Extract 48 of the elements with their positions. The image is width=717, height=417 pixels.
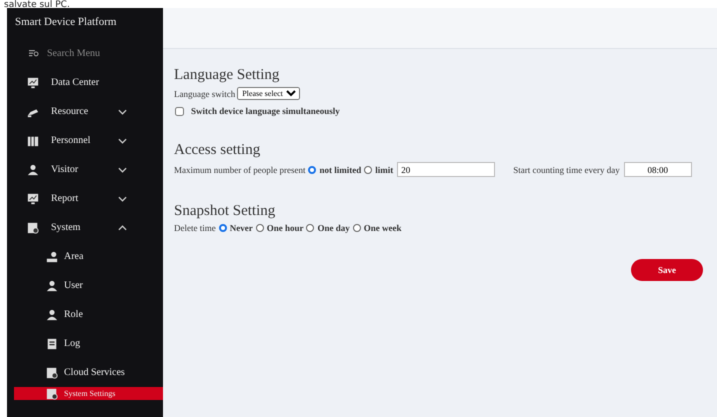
- radio-button[interactable]: [352, 224, 361, 232]
- caption-text: salvate sul PC.: [3, 0, 71, 8]
- menu-item[interactable]: Role: [7, 300, 163, 329]
- person-icon: [46, 308, 58, 320]
- menu-item[interactable]: Visitor: [7, 155, 163, 184]
- menu-item[interactable]: Personnel: [7, 126, 163, 155]
- menu-item[interactable]: Area: [7, 242, 163, 271]
- radio-label: Never: [230, 223, 253, 233]
- monitor-icon: [27, 192, 39, 204]
- checkbox-option[interactable]: Switch device language simultaneously: [174, 106, 707, 116]
- search-field[interactable]: Search Menu: [47, 48, 147, 58]
- radio-label: not limited: [319, 164, 362, 174]
- person-icon: [27, 164, 39, 176]
- radio-label: One hour: [266, 223, 304, 233]
- language-dropdown[interactable]: Please select: [237, 87, 300, 100]
- field-label: Delete time: [174, 223, 216, 233]
- person-icon: [46, 280, 58, 292]
- limit-input[interactable]: 20: [397, 162, 496, 177]
- people-icon: [27, 134, 39, 146]
- radio-button[interactable]: [256, 224, 264, 232]
- menu-item[interactable]: Report: [7, 184, 163, 213]
- monitor-icon: [27, 76, 39, 88]
- field-label: Maximum number of people present: [174, 164, 306, 174]
- save-button[interactable]: Save: [631, 259, 703, 281]
- menu-item[interactable]: Log: [7, 329, 163, 358]
- field-label: Start counting time every day: [513, 164, 620, 174]
- checkbox[interactable]: [175, 106, 184, 116]
- section-title: Language Setting: [174, 67, 280, 84]
- radio-button[interactable]: [308, 166, 316, 174]
- radio-button[interactable]: [364, 166, 372, 174]
- menu-item[interactable]: System Settings: [14, 387, 163, 400]
- field-label: Language switch: [174, 88, 236, 98]
- section-title: Snapshot Setting: [174, 203, 276, 220]
- section-title: Access setting: [174, 142, 262, 159]
- radio-label: One week: [364, 223, 402, 233]
- app-title: Smart Device Platform: [14, 15, 118, 30]
- radio-label: limit: [375, 164, 394, 174]
- menu-item[interactable]: User: [7, 271, 163, 300]
- radio-label: One day: [317, 223, 350, 233]
- menu-item[interactable]: System: [7, 213, 163, 242]
- search-icon: [29, 48, 39, 58]
- menu-item[interactable]: Resource: [7, 97, 163, 126]
- menu-item[interactable]: Data Center: [7, 68, 163, 97]
- menu-item[interactable]: Cloud Services: [7, 358, 163, 387]
- clipboard-icon: [46, 338, 58, 350]
- radio-button[interactable]: [306, 224, 314, 232]
- time-input[interactable]: 08:00: [624, 162, 692, 177]
- radio-button[interactable]: [218, 224, 227, 232]
